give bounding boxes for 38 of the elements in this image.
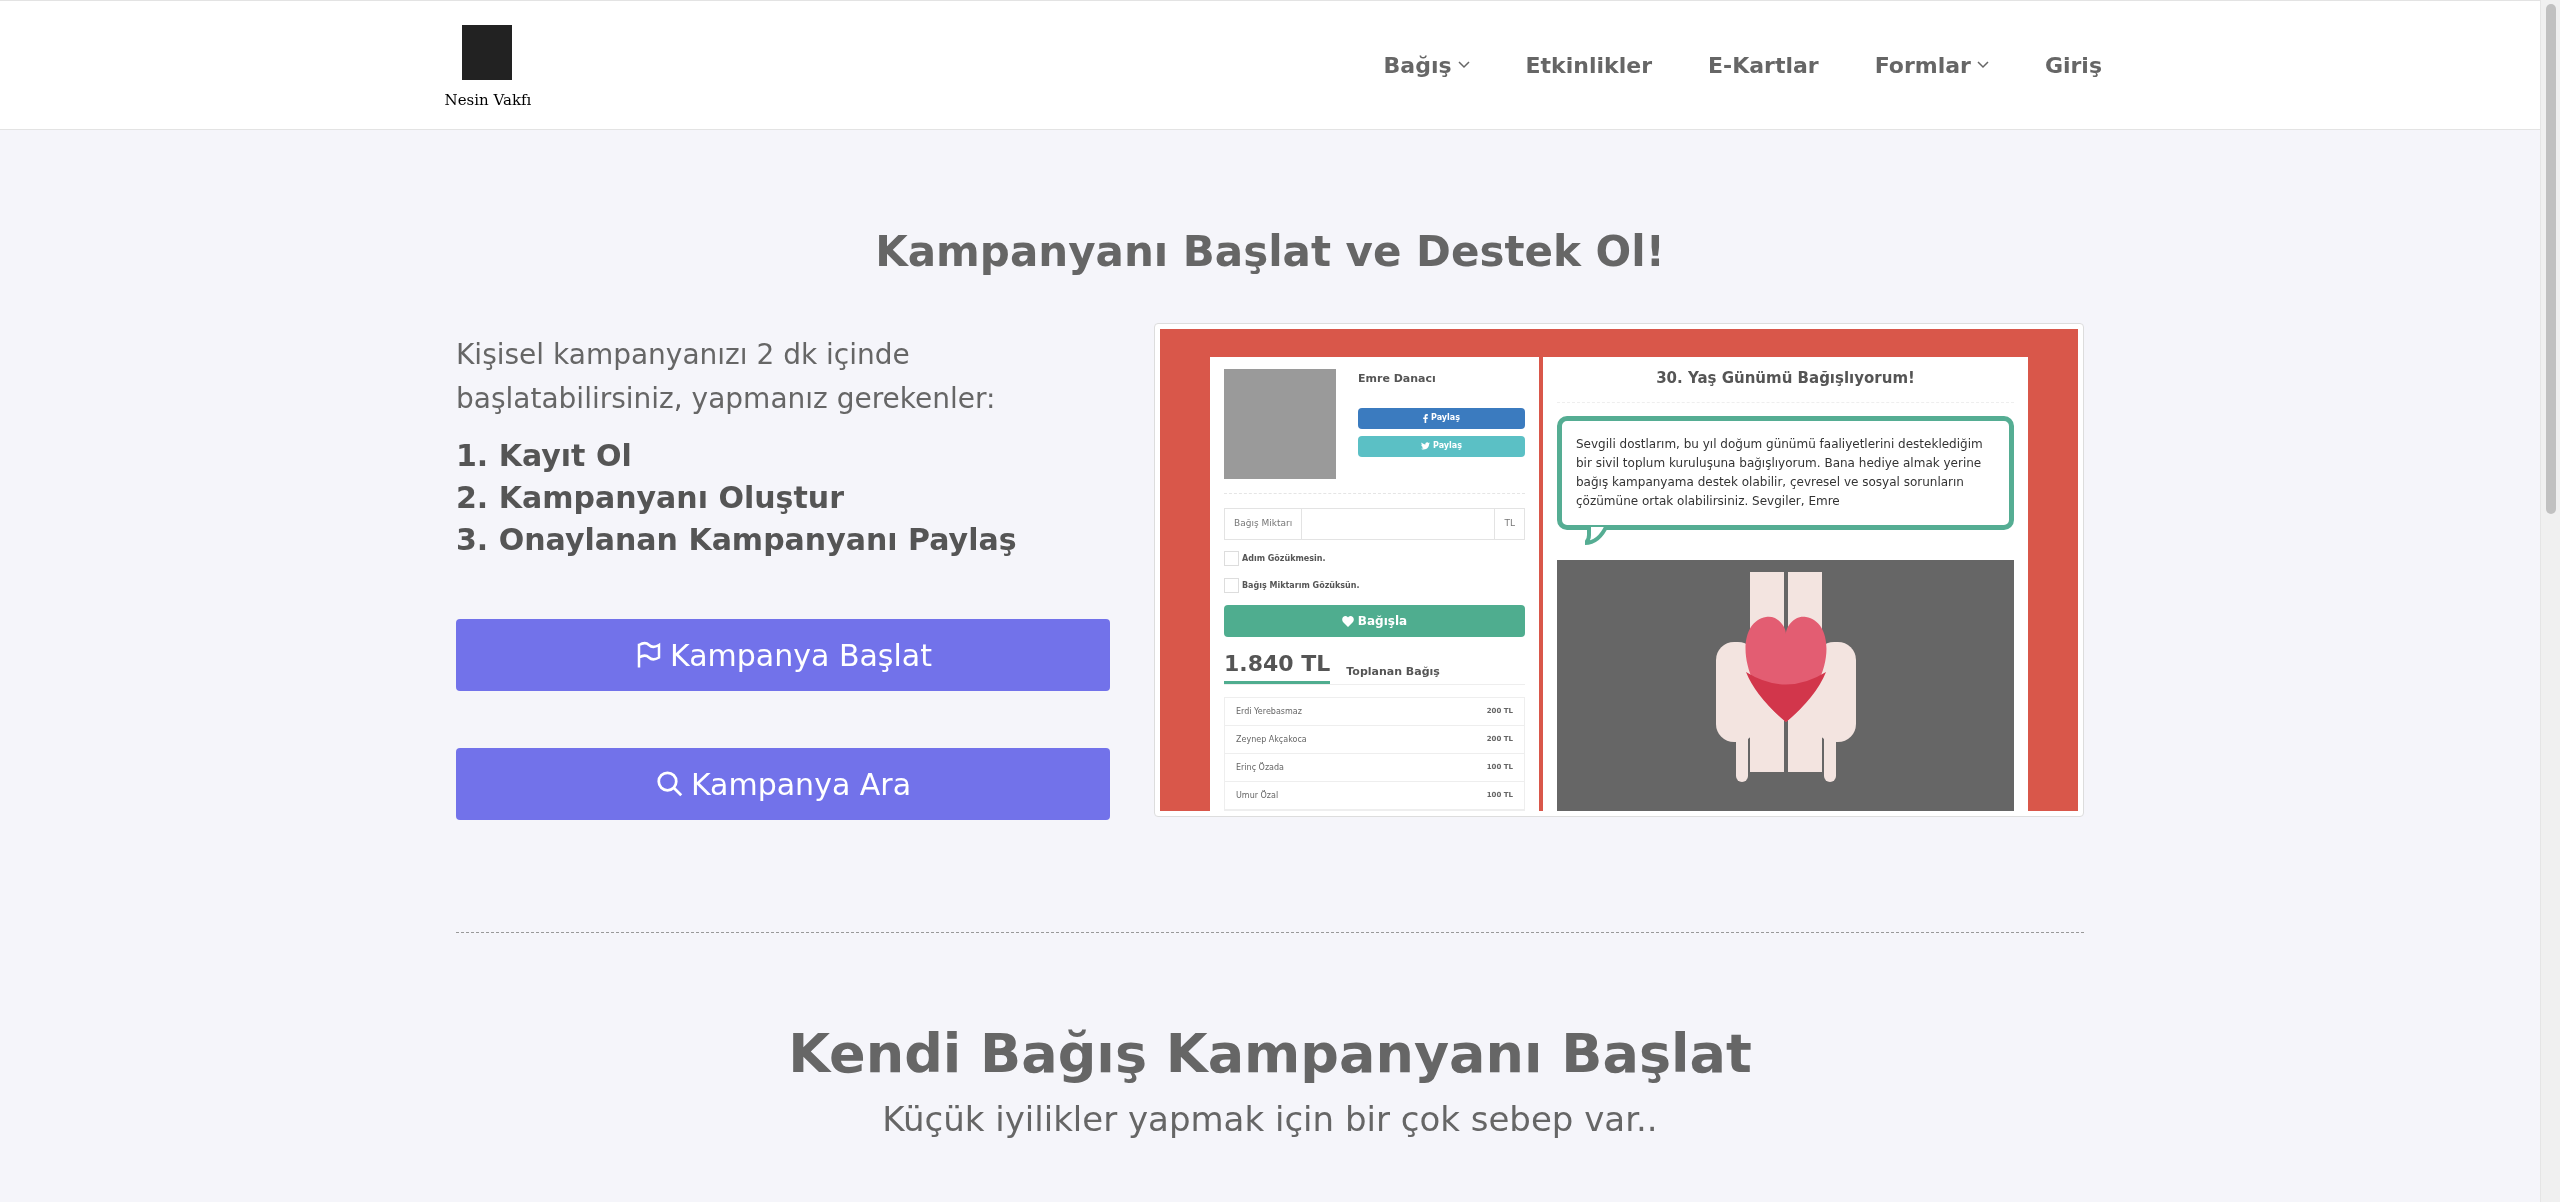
donor-name: Erinç Özada	[1236, 761, 1284, 774]
checkbox-label: Adım Gözükmesin.	[1242, 552, 1326, 565]
chevron-down-icon	[1457, 61, 1470, 69]
checkbox-label: Bağış Miktarım Gözüksün.	[1242, 579, 1360, 592]
nav-link[interactable]: Etkinlikler	[1525, 48, 1652, 82]
section-title: Kendi Bağış Kampanyanı Başlat	[788, 1021, 1752, 1087]
donor-name: Erdi Yerebasmaz	[1236, 705, 1302, 718]
donor-name: Umur Özal	[1236, 789, 1279, 802]
portrait-placeholder	[462, 25, 512, 80]
search-button[interactable]: Kampanya Ara	[456, 748, 1110, 820]
campaign-title: 30. Yaş Günümü Bağışlıyorum!	[1655, 368, 1916, 389]
step-item: 2. Kampanyanı Oluştur	[456, 479, 845, 517]
scrollbar[interactable]	[2540, 0, 2560, 1202]
step-item: 3. Onaylanan Kampanyanı Paylaş	[456, 521, 1018, 559]
total-label: Toplanan Bağış	[1346, 663, 1440, 680]
heart-icon	[1341, 615, 1354, 627]
logo[interactable]: Nesin Vakfı	[438, 19, 538, 111]
section-subtitle: Küçük iyilikler yapmak için bir çok sebep var..	[882, 1098, 1658, 1141]
nav-link[interactable]: Giriş	[2044, 48, 2102, 82]
search-icon	[654, 769, 685, 799]
hero-title: Kampanyanı Başlat ve Destek Ol!	[875, 226, 1665, 278]
share-button[interactable]: Paylaş	[1358, 407, 1525, 429]
bird-icon	[1421, 442, 1431, 450]
donor-name: Zeynep Akçakoca	[1236, 733, 1307, 746]
nav-link[interactable]: Formlar	[1874, 48, 1989, 82]
nav-link[interactable]: E-Kartlar	[1708, 48, 1819, 82]
checkbox[interactable]	[1224, 551, 1239, 567]
total-amount: 1.840 TL	[1224, 647, 1331, 684]
speech-bubble: Sevgili dostlarım, bu yıl doğum günümü faaliyetlerini desteklediğim bir sivil toplum kuruluşuna bağışlıyorum. Bana hediye almak yerine bağış kampanyama destek olabilir, çevresel ve sosyal sorunların çözümüne ortak olabilirsiniz. Sevgiler, Emre	[1557, 415, 2014, 530]
amount-field[interactable]: Bağış Miktarı TL	[1224, 508, 1525, 541]
start-button[interactable]: Kampanya Başlat	[456, 619, 1110, 691]
step-item: 1. Kayıt Ol	[456, 437, 633, 475]
facebook-icon	[1423, 413, 1429, 423]
intro-text: Kişisel kampanyanızı 2 dk içinde başlatabilirsiniz, yapmanız gerekenler:	[456, 337, 997, 417]
checkbox[interactable]	[1224, 578, 1239, 594]
chevron-down-icon	[1976, 61, 1989, 69]
nav-link[interactable]: Bağış	[1383, 48, 1470, 82]
person-name: Emre Danacı	[1358, 371, 1437, 387]
